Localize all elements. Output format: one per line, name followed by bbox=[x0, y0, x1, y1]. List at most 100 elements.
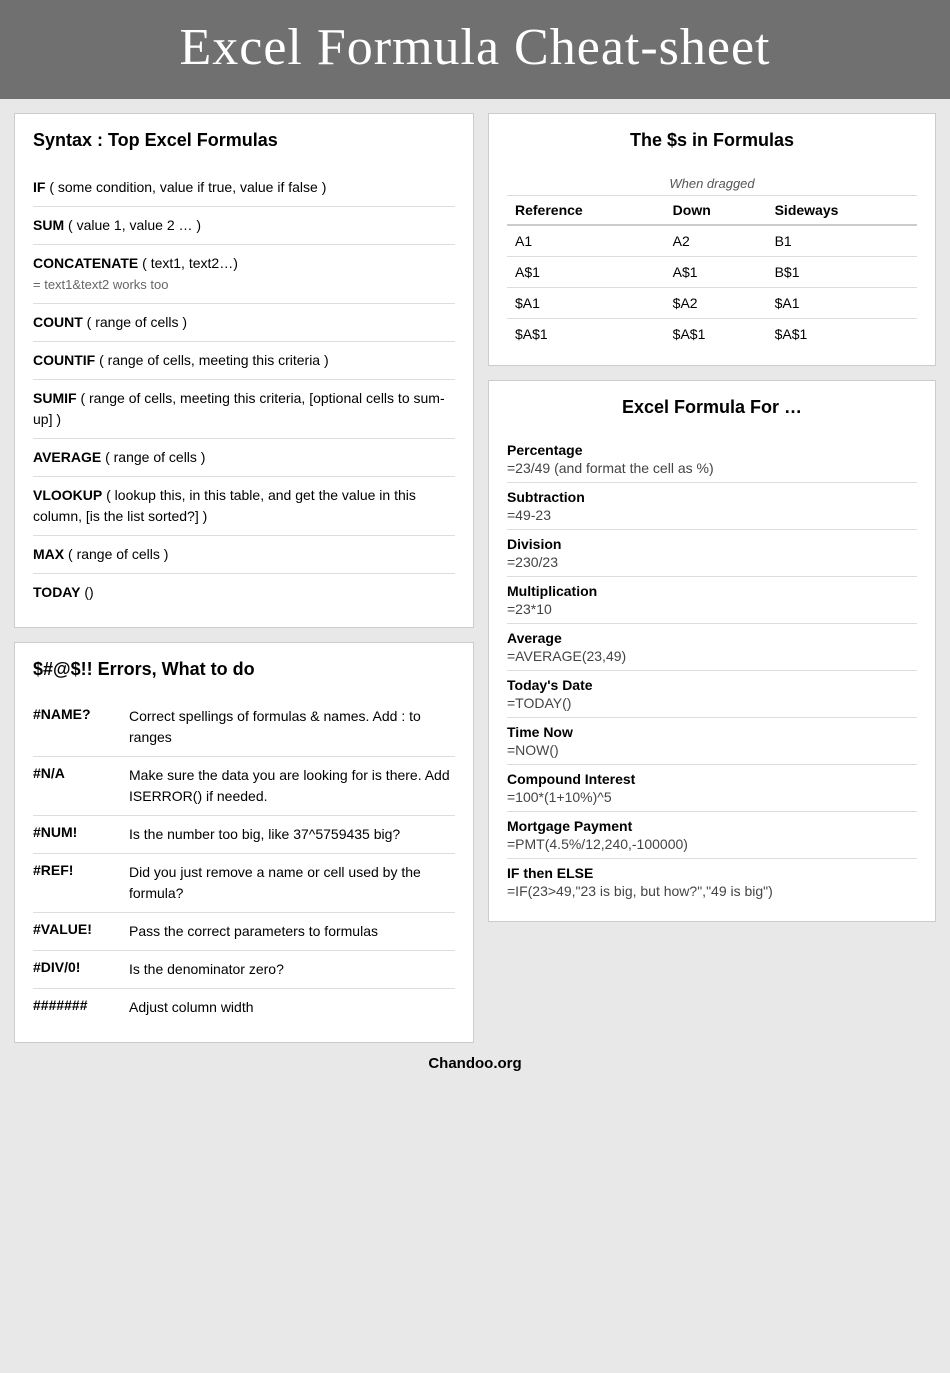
formula-item: IF then ELSE =IF(23>49,"23 is big, but ho… bbox=[507, 859, 917, 905]
formulas-for-title: Excel Formula For … bbox=[507, 397, 917, 424]
main-content: Syntax : Top Excel Formulas IF ( some co… bbox=[0, 99, 950, 1043]
syntax-note: = text1&text2 works too bbox=[33, 277, 168, 292]
formula-label: Time Now bbox=[507, 724, 917, 740]
formula-value: =23/49 (and format the cell as %) bbox=[507, 460, 917, 476]
dollars-cell: $A$1 bbox=[767, 319, 917, 350]
error-code: #N/A bbox=[33, 765, 113, 781]
dollars-cell: B1 bbox=[767, 225, 917, 257]
formula-value: =230/23 bbox=[507, 554, 917, 570]
syntax-keyword: VLOOKUP bbox=[33, 487, 102, 503]
error-row: #DIV/0!Is the denominator zero? bbox=[33, 951, 455, 989]
formula-item: Percentage =23/49 (and format the cell as… bbox=[507, 436, 917, 483]
formula-value: =AVERAGE(23,49) bbox=[507, 648, 917, 664]
dollars-title: The $s in Formulas bbox=[507, 130, 917, 157]
syntax-item: VLOOKUP ( lookup this, in this table, an… bbox=[33, 477, 455, 536]
dollars-header-row: ReferenceDownSideways bbox=[507, 196, 917, 226]
formula-value: =23*10 bbox=[507, 601, 917, 617]
error-code: #REF! bbox=[33, 862, 113, 878]
formula-label: Average bbox=[507, 630, 917, 646]
footer-text: Chandoo.org bbox=[428, 1055, 521, 1072]
syntax-item: TODAY () bbox=[33, 574, 455, 611]
formulas-for-box: Excel Formula For … Percentage =23/49 (an… bbox=[488, 380, 936, 922]
dollars-col-header: Reference bbox=[507, 196, 665, 226]
formula-label: Division bbox=[507, 536, 917, 552]
syntax-keyword: IF bbox=[33, 179, 45, 195]
left-column: Syntax : Top Excel Formulas IF ( some co… bbox=[14, 113, 474, 1043]
dollars-cell: A2 bbox=[665, 225, 767, 257]
dollars-row: A1A2B1 bbox=[507, 225, 917, 257]
formula-item: Subtraction =49-23 bbox=[507, 483, 917, 530]
formula-label: Multiplication bbox=[507, 583, 917, 599]
formula-value: =49-23 bbox=[507, 507, 917, 523]
syntax-item: SUM ( value 1, value 2 … ) bbox=[33, 207, 455, 245]
syntax-item: SUMIF ( range of cells, meeting this cri… bbox=[33, 380, 455, 439]
error-desc: Did you just remove a name or cell used … bbox=[129, 862, 455, 904]
error-row: #NUM! Is the number too big, like 37^5759… bbox=[33, 816, 455, 854]
error-desc: Is the number too big, like 37^5759435 b… bbox=[129, 824, 400, 845]
errors-box: $#@$!! Errors, What to do #NAME? Correct … bbox=[14, 642, 474, 1043]
error-row: #REF! Did you just remove a name or cell … bbox=[33, 854, 455, 913]
syntax-item: MAX ( range of cells ) bbox=[33, 536, 455, 574]
formula-item: Division =230/23 bbox=[507, 530, 917, 577]
formula-label: IF then ELSE bbox=[507, 865, 917, 881]
syntax-keyword: SUMIF bbox=[33, 390, 77, 406]
dollars-box: The $s in Formulas When dragged Referenc… bbox=[488, 113, 936, 366]
syntax-item: COUNT ( range of cells ) bbox=[33, 304, 455, 342]
syntax-keyword: MAX bbox=[33, 546, 64, 562]
dollars-table-body: A1A2B1A$1A$1B$1$A1$A2$A1$A$1$A$1$A$1 bbox=[507, 225, 917, 349]
formula-item: Compound Interest =100*(1+10%)^5 bbox=[507, 765, 917, 812]
syntax-keyword: AVERAGE bbox=[33, 449, 101, 465]
error-code: ####### bbox=[33, 997, 113, 1013]
formula-label: Today's Date bbox=[507, 677, 917, 693]
formula-value: =IF(23>49,"23 is big, but how?","49 is b… bbox=[507, 883, 917, 899]
syntax-keyword: COUNT bbox=[33, 314, 83, 330]
errors-title: $#@$!! Errors, What to do bbox=[33, 659, 455, 686]
dollars-row: A$1A$1B$1 bbox=[507, 257, 917, 288]
dollars-col-header: Sideways bbox=[767, 196, 917, 226]
syntax-box: Syntax : Top Excel Formulas IF ( some co… bbox=[14, 113, 474, 628]
dollars-row: $A1$A2$A1 bbox=[507, 288, 917, 319]
formula-item: Mortgage Payment=PMT(4.5%/12,240,-100000… bbox=[507, 812, 917, 859]
formula-value: =NOW() bbox=[507, 742, 917, 758]
dollars-col-header: Down bbox=[665, 196, 767, 226]
footer: Chandoo.org bbox=[0, 1043, 950, 1084]
error-row: ####### Adjust column width bbox=[33, 989, 455, 1026]
dollars-cell: $A1 bbox=[767, 288, 917, 319]
formula-label: Compound Interest bbox=[507, 771, 917, 787]
syntax-item: AVERAGE ( range of cells ) bbox=[33, 439, 455, 477]
dollars-row: $A$1$A$1$A$1 bbox=[507, 319, 917, 350]
syntax-keyword: SUM bbox=[33, 217, 64, 233]
dollars-cell: A$1 bbox=[665, 257, 767, 288]
dollars-cell: $A1 bbox=[507, 288, 665, 319]
page-title: Excel Formula Cheat-sheet bbox=[179, 19, 770, 76]
formula-value: =TODAY() bbox=[507, 695, 917, 711]
page-header: Excel Formula Cheat-sheet bbox=[0, 0, 950, 99]
syntax-list: IF ( some condition, value if true, valu… bbox=[33, 169, 455, 611]
formula-item: Average =AVERAGE(23,49) bbox=[507, 624, 917, 671]
formula-item: Today's Date =TODAY() bbox=[507, 671, 917, 718]
error-code: #VALUE! bbox=[33, 921, 113, 937]
error-desc: Pass the correct parameters to formulas bbox=[129, 921, 378, 942]
right-column: The $s in Formulas When dragged Referenc… bbox=[488, 113, 936, 1043]
error-desc: Correct spellings of formulas & names. A… bbox=[129, 706, 455, 748]
syntax-item: CONCATENATE ( text1, text2…)= text1&text… bbox=[33, 245, 455, 304]
syntax-keyword: CONCATENATE bbox=[33, 255, 138, 271]
syntax-item: COUNTIF ( range of cells, meeting this c… bbox=[33, 342, 455, 380]
formula-label: Percentage bbox=[507, 442, 917, 458]
error-row: #NAME? Correct spellings of formulas & na… bbox=[33, 698, 455, 757]
syntax-item: IF ( some condition, value if true, valu… bbox=[33, 169, 455, 207]
error-row: #VALUE! Pass the correct parameters to fo… bbox=[33, 913, 455, 951]
dollars-cell: $A$1 bbox=[507, 319, 665, 350]
error-desc: Make sure the data you are looking for i… bbox=[129, 765, 455, 807]
formula-label: Subtraction bbox=[507, 489, 917, 505]
error-code: #NAME? bbox=[33, 706, 113, 722]
formula-label: Mortgage Payment bbox=[507, 818, 917, 834]
dollars-cell: A$1 bbox=[507, 257, 665, 288]
error-code: #NUM! bbox=[33, 824, 113, 840]
syntax-title: Syntax : Top Excel Formulas bbox=[33, 130, 455, 157]
formula-value: =100*(1+10%)^5 bbox=[507, 789, 917, 805]
dollars-cell: $A$1 bbox=[665, 319, 767, 350]
dollars-cell: $A2 bbox=[665, 288, 767, 319]
error-desc: Adjust column width bbox=[129, 997, 254, 1018]
syntax-keyword: TODAY bbox=[33, 584, 80, 600]
